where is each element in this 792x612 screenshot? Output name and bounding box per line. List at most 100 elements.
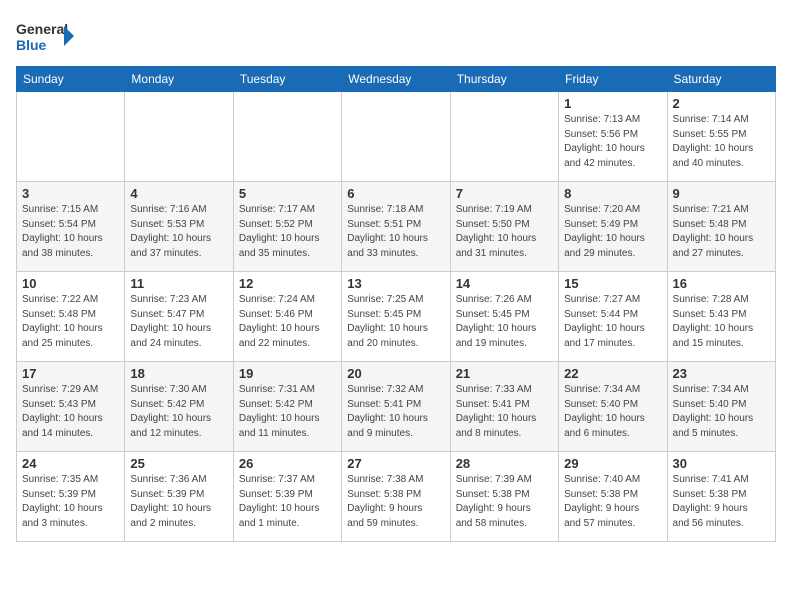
day-number: 27 <box>347 456 444 471</box>
calendar-cell: 8 Sunrise: 7:20 AM Sunset: 5:49 PM Daylig… <box>559 182 667 272</box>
day-number: 29 <box>564 456 661 471</box>
day-info: Sunrise: 7:18 AM Sunset: 5:51 PM Dayligh… <box>347 203 444 261</box>
day-info: Sunrise: 7:34 AM Sunset: 5:40 PM Dayligh… <box>564 383 661 441</box>
day-number: 2 <box>673 96 770 111</box>
calendar-cell: 10 Sunrise: 7:22 AM Sunset: 5:48 PM Dayli… <box>17 272 125 362</box>
calendar-week-5: 24 Sunrise: 7:35 AM Sunset: 5:39 PM Dayli… <box>17 452 776 542</box>
day-number: 12 <box>239 276 336 291</box>
weekday-header-row: SundayMondayTuesdayWednesdayThursdayFrid… <box>17 67 776 92</box>
weekday-header-monday: Monday <box>125 67 233 92</box>
day-number: 21 <box>456 366 553 381</box>
calendar-week-3: 10 Sunrise: 7:22 AM Sunset: 5:48 PM Dayli… <box>17 272 776 362</box>
weekday-header-wednesday: Wednesday <box>342 67 450 92</box>
day-number: 4 <box>130 186 227 201</box>
day-info: Sunrise: 7:33 AM Sunset: 5:41 PM Dayligh… <box>456 383 553 441</box>
calendar-cell <box>17 92 125 182</box>
calendar-cell: 15 Sunrise: 7:27 AM Sunset: 5:44 PM Dayli… <box>559 272 667 362</box>
calendar-cell <box>233 92 341 182</box>
day-number: 15 <box>564 276 661 291</box>
calendar-cell: 4 Sunrise: 7:16 AM Sunset: 5:53 PM Daylig… <box>125 182 233 272</box>
day-info: Sunrise: 7:31 AM Sunset: 5:42 PM Dayligh… <box>239 383 336 441</box>
day-number: 25 <box>130 456 227 471</box>
day-number: 11 <box>130 276 227 291</box>
day-number: 16 <box>673 276 770 291</box>
calendar-cell <box>450 92 558 182</box>
day-info: Sunrise: 7:35 AM Sunset: 5:39 PM Dayligh… <box>22 473 119 531</box>
weekday-header-sunday: Sunday <box>17 67 125 92</box>
day-number: 24 <box>22 456 119 471</box>
day-number: 30 <box>673 456 770 471</box>
calendar-cell: 21 Sunrise: 7:33 AM Sunset: 5:41 PM Dayli… <box>450 362 558 452</box>
calendar-cell: 9Sunrise: 7:21 AM Sunset: 5:48 PM Daylig… <box>667 182 775 272</box>
calendar-cell: 28Sunrise: 7:39 AM Sunset: 5:38 PM Dayli… <box>450 452 558 542</box>
calendar-cell: 5Sunrise: 7:17 AM Sunset: 5:52 PM Daylig… <box>233 182 341 272</box>
day-info: Sunrise: 7:24 AM Sunset: 5:46 PM Dayligh… <box>239 293 336 351</box>
weekday-header-tuesday: Tuesday <box>233 67 341 92</box>
svg-text:Blue: Blue <box>16 37 47 53</box>
day-number: 20 <box>347 366 444 381</box>
day-number: 10 <box>22 276 119 291</box>
day-number: 3 <box>22 186 119 201</box>
day-info: Sunrise: 7:14 AM Sunset: 5:55 PM Dayligh… <box>673 113 770 171</box>
day-info: Sunrise: 7:36 AM Sunset: 5:39 PM Dayligh… <box>130 473 227 531</box>
calendar-cell: 30 Sunrise: 7:41 AM Sunset: 5:38 PM Dayli… <box>667 452 775 542</box>
day-info: Sunrise: 7:28 AM Sunset: 5:43 PM Dayligh… <box>673 293 770 351</box>
weekday-header-friday: Friday <box>559 67 667 92</box>
day-number: 7 <box>456 186 553 201</box>
calendar-cell: 27Sunrise: 7:38 AM Sunset: 5:38 PM Dayli… <box>342 452 450 542</box>
day-number: 14 <box>456 276 553 291</box>
calendar-cell: 22 Sunrise: 7:34 AM Sunset: 5:40 PM Dayli… <box>559 362 667 452</box>
day-info: Sunrise: 7:20 AM Sunset: 5:49 PM Dayligh… <box>564 203 661 261</box>
day-number: 19 <box>239 366 336 381</box>
calendar-cell: 24 Sunrise: 7:35 AM Sunset: 5:39 PM Dayli… <box>17 452 125 542</box>
day-info: Sunrise: 7:23 AM Sunset: 5:47 PM Dayligh… <box>130 293 227 351</box>
day-number: 23 <box>673 366 770 381</box>
calendar-cell: 26 Sunrise: 7:37 AM Sunset: 5:39 PM Dayli… <box>233 452 341 542</box>
day-info: Sunrise: 7:21 AM Sunset: 5:48 PM Dayligh… <box>673 203 770 261</box>
weekday-header-thursday: Thursday <box>450 67 558 92</box>
calendar-cell: 12 Sunrise: 7:24 AM Sunset: 5:46 PM Dayli… <box>233 272 341 362</box>
day-number: 6 <box>347 186 444 201</box>
calendar-cell: 6 Sunrise: 7:18 AM Sunset: 5:51 PM Daylig… <box>342 182 450 272</box>
day-info: Sunrise: 7:15 AM Sunset: 5:54 PM Dayligh… <box>22 203 119 261</box>
day-info: Sunrise: 7:27 AM Sunset: 5:44 PM Dayligh… <box>564 293 661 351</box>
day-number: 1 <box>564 96 661 111</box>
calendar-cell: 17 Sunrise: 7:29 AM Sunset: 5:43 PM Dayli… <box>17 362 125 452</box>
calendar-cell: 23Sunrise: 7:34 AM Sunset: 5:40 PM Dayli… <box>667 362 775 452</box>
logo: GeneralBlue <box>16 16 76 58</box>
calendar-cell: 20 Sunrise: 7:32 AM Sunset: 5:41 PM Dayli… <box>342 362 450 452</box>
day-info: Sunrise: 7:19 AM Sunset: 5:50 PM Dayligh… <box>456 203 553 261</box>
calendar-cell: 2 Sunrise: 7:14 AM Sunset: 5:55 PM Daylig… <box>667 92 775 182</box>
calendar-cell: 29 Sunrise: 7:40 AM Sunset: 5:38 PM Dayli… <box>559 452 667 542</box>
calendar-cell: 7 Sunrise: 7:19 AM Sunset: 5:50 PM Daylig… <box>450 182 558 272</box>
calendar-week-4: 17 Sunrise: 7:29 AM Sunset: 5:43 PM Dayli… <box>17 362 776 452</box>
calendar-cell: 25 Sunrise: 7:36 AM Sunset: 5:39 PM Dayli… <box>125 452 233 542</box>
day-number: 8 <box>564 186 661 201</box>
calendar-cell: 3 Sunrise: 7:15 AM Sunset: 5:54 PM Daylig… <box>17 182 125 272</box>
weekday-header-saturday: Saturday <box>667 67 775 92</box>
day-info: Sunrise: 7:16 AM Sunset: 5:53 PM Dayligh… <box>130 203 227 261</box>
day-info: Sunrise: 7:22 AM Sunset: 5:48 PM Dayligh… <box>22 293 119 351</box>
calendar-cell: 14 Sunrise: 7:26 AM Sunset: 5:45 PM Dayli… <box>450 272 558 362</box>
day-info: Sunrise: 7:29 AM Sunset: 5:43 PM Dayligh… <box>22 383 119 441</box>
day-info: Sunrise: 7:40 AM Sunset: 5:38 PM Dayligh… <box>564 473 661 531</box>
day-info: Sunrise: 7:37 AM Sunset: 5:39 PM Dayligh… <box>239 473 336 531</box>
day-number: 13 <box>347 276 444 291</box>
day-number: 26 <box>239 456 336 471</box>
svg-text:General: General <box>16 21 68 37</box>
page-header: GeneralBlue <box>16 16 776 58</box>
day-number: 18 <box>130 366 227 381</box>
day-info: Sunrise: 7:41 AM Sunset: 5:38 PM Dayligh… <box>673 473 770 531</box>
day-number: 22 <box>564 366 661 381</box>
day-info: Sunrise: 7:25 AM Sunset: 5:45 PM Dayligh… <box>347 293 444 351</box>
calendar-cell <box>342 92 450 182</box>
calendar-cell: 1Sunrise: 7:13 AM Sunset: 5:56 PM Daylig… <box>559 92 667 182</box>
day-number: 17 <box>22 366 119 381</box>
calendar-cell: 13 Sunrise: 7:25 AM Sunset: 5:45 PM Dayli… <box>342 272 450 362</box>
calendar-week-1: 1Sunrise: 7:13 AM Sunset: 5:56 PM Daylig… <box>17 92 776 182</box>
day-info: Sunrise: 7:26 AM Sunset: 5:45 PM Dayligh… <box>456 293 553 351</box>
calendar-cell <box>125 92 233 182</box>
calendar-week-2: 3 Sunrise: 7:15 AM Sunset: 5:54 PM Daylig… <box>17 182 776 272</box>
day-info: Sunrise: 7:32 AM Sunset: 5:41 PM Dayligh… <box>347 383 444 441</box>
day-number: 5 <box>239 186 336 201</box>
